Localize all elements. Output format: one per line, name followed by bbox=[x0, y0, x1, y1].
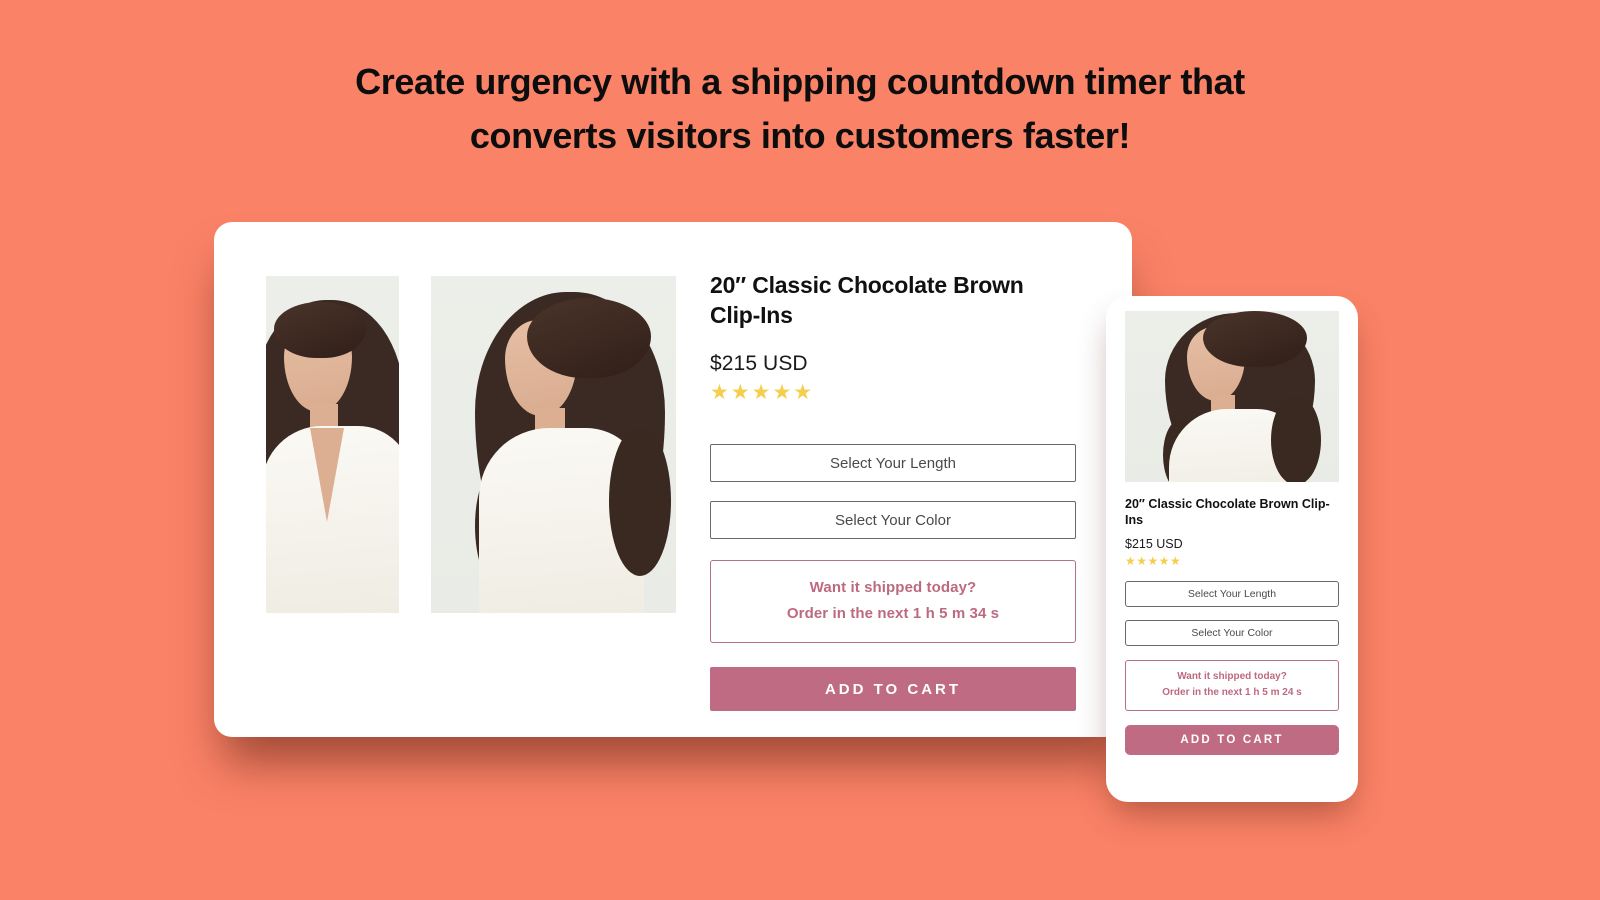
product-info: 20″ Classic Chocolate Brown Clip-Ins $21… bbox=[710, 270, 1076, 711]
page-headline: Create urgency with a shipping countdown… bbox=[0, 55, 1600, 163]
mobile-countdown-question: Want it shipped today? bbox=[1177, 671, 1287, 682]
desktop-product-card: 20″ Classic Chocolate Brown Clip-Ins $21… bbox=[214, 222, 1132, 737]
model-side-view-illustration bbox=[431, 276, 676, 613]
product-price: $215 USD bbox=[710, 352, 808, 375]
select-length-label: Select Your Length bbox=[830, 454, 956, 472]
shipping-countdown-box: Want it shipped today? Order in the next… bbox=[710, 560, 1076, 643]
mobile-product-price: $215 USD bbox=[1125, 537, 1183, 551]
countdown-question: Want it shipped today? bbox=[809, 579, 977, 596]
mobile-add-to-cart-button[interactable]: ADD TO CART bbox=[1125, 725, 1339, 755]
product-title: 20″ Classic Chocolate Brown Clip-Ins bbox=[710, 272, 1024, 328]
rating-stars: ★★★★★ bbox=[710, 381, 815, 404]
mobile-select-color-field[interactable]: Select Your Color bbox=[1125, 620, 1339, 646]
mobile-shipping-countdown-box: Want it shipped today? Order in the next… bbox=[1125, 660, 1339, 711]
mobile-product-info: 20″ Classic Chocolate Brown Clip-Ins $21… bbox=[1125, 496, 1339, 755]
add-to-cart-button[interactable]: ADD TO CART bbox=[710, 667, 1076, 711]
select-color-label: Select Your Color bbox=[835, 511, 951, 529]
countdown-timer-text: Order in the next 1 h 5 m 34 s bbox=[786, 605, 1000, 622]
select-color-field[interactable]: Select Your Color bbox=[710, 501, 1076, 539]
headline-line-1: Create urgency with a shipping countdown… bbox=[355, 61, 1245, 102]
product-thumbnail-image[interactable] bbox=[266, 276, 399, 613]
mobile-select-color-label: Select Your Color bbox=[1191, 627, 1273, 639]
product-gallery bbox=[266, 276, 676, 613]
mobile-countdown-timer-text: Order in the next 1 h 5 m 24 s bbox=[1162, 687, 1302, 698]
mobile-select-length-field[interactable]: Select Your Length bbox=[1125, 581, 1339, 607]
product-main-image[interactable] bbox=[431, 276, 676, 613]
mobile-select-length-label: Select Your Length bbox=[1187, 588, 1277, 600]
mobile-model-illustration bbox=[1125, 311, 1339, 482]
model-front-view-illustration bbox=[266, 276, 399, 613]
mobile-rating-stars: ★★★★★ bbox=[1125, 554, 1182, 568]
mobile-product-card: 20″ Classic Chocolate Brown Clip-Ins $21… bbox=[1106, 296, 1358, 802]
mobile-product-image[interactable] bbox=[1125, 311, 1339, 482]
headline-line-2: converts visitors into customers faster! bbox=[469, 115, 1131, 156]
select-length-field[interactable]: Select Your Length bbox=[710, 444, 1076, 482]
mobile-product-title: 20″ Classic Chocolate Brown Clip-Ins bbox=[1125, 497, 1330, 527]
